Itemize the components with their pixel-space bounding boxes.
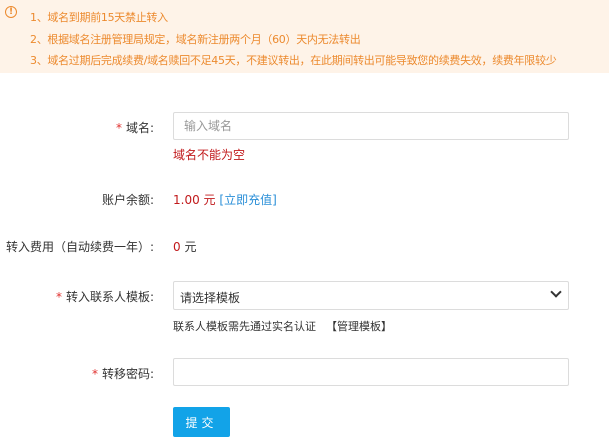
notice-line-2: 2、根据域名注册管理局规定，域名新注册两个月（60）天内无法转出 [30,33,361,46]
required-mark: * [115,121,122,135]
contact-template-hint-text: 联系人模板需先通过实名认证 [173,320,316,333]
transfer-fee-unit: 元 [184,240,197,254]
recharge-link[interactable]: [立即充值] [219,193,276,207]
notice-line-1: 1、域名到期前15天禁止转入 [30,11,168,24]
domain-error-text: 域名不能为空 [173,148,246,162]
manage-template-link[interactable]: 【管理模板】 [326,320,392,333]
domain-label: * 域名: [115,121,154,135]
exclamation-circle-icon: ! [5,6,17,18]
domain-input[interactable] [173,112,569,140]
notice-line-3: 3、域名过期后完成续费/域名赎回不足45天，不建议转出，在此期间转出可能导致您的… [30,54,557,67]
balance-label: 账户余额: [101,193,154,207]
contact-template-selected: 请选择模板 [180,291,241,305]
required-mark: * [91,367,98,381]
chevron-down-icon [550,286,562,298]
balance-unit: 元 [203,193,216,207]
notice-banner: ! 1、域名到期前15天禁止转入 2、根据域名注册管理局规定，域名新注册两个月（… [0,0,609,73]
transfer-fee-amount: 0 [173,240,181,254]
transfer-fee-label: 转入费用（自动续费一年）: [5,240,154,254]
transfer-fee-value: 0 元 [173,238,196,255]
balance-value: 1.00 元 [立即充值] [173,191,277,208]
contact-template-select[interactable]: 请选择模板 [173,281,569,310]
transfer-password-label: * 转移密码: [91,367,154,381]
contact-template-label: * 转入联系人模板: [55,290,154,304]
contact-template-hint: 联系人模板需先通过实名认证 【管理模板】 [173,318,392,334]
balance-amount: 1.00 [173,193,200,207]
submit-button[interactable]: 提交 [173,407,230,437]
transfer-password-input[interactable] [173,358,569,386]
required-mark: * [55,290,62,304]
